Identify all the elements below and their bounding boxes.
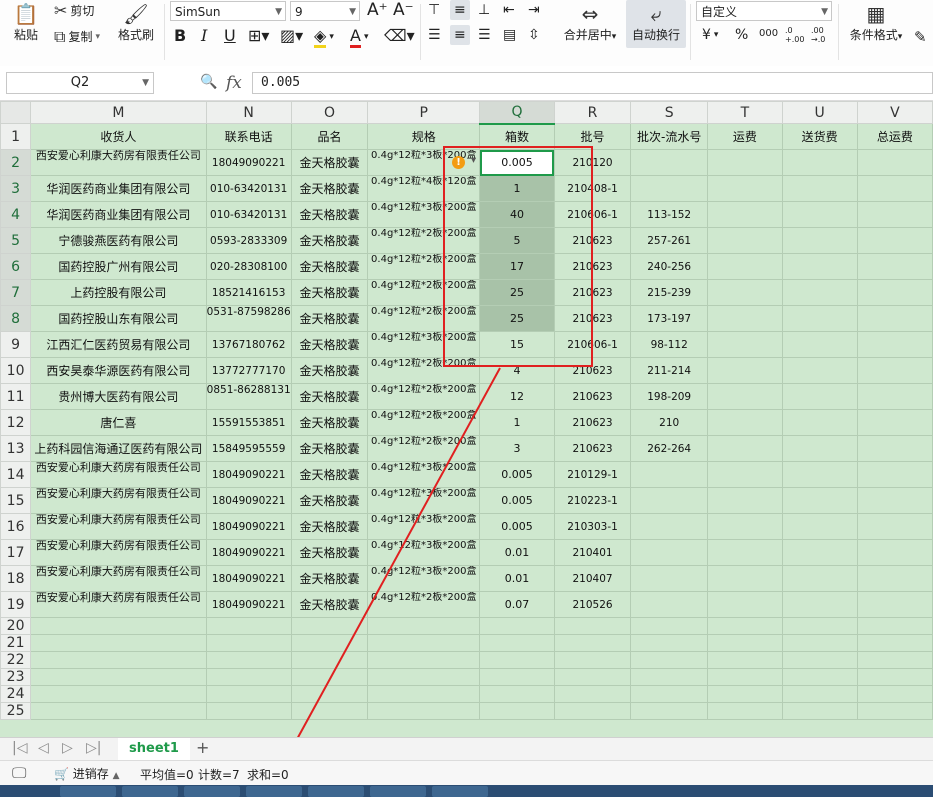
taskbar-app-button[interactable] <box>184 786 240 797</box>
chevron-up-icon: ▲ <box>112 771 120 781</box>
status-average: 平均值=0 <box>140 768 194 782</box>
workbook-switch[interactable]: 🛒 进销存 ▲ <box>54 765 120 782</box>
add-sheet-icon[interactable]: + <box>196 738 209 757</box>
os-taskbar <box>0 785 933 797</box>
first-sheet-icon[interactable]: |◁ <box>12 740 27 756</box>
taskbar-app-button[interactable] <box>60 786 116 797</box>
taskbar-app-button[interactable] <box>432 786 488 797</box>
prev-sheet-icon[interactable]: ◁ <box>38 740 49 756</box>
status-sum: 求和=0 <box>247 768 289 782</box>
last-sheet-icon[interactable]: ▷| <box>86 740 101 756</box>
status-bar: 🖵 🛒 进销存 ▲ 平均值=0 计数=7 求和=0 <box>0 760 933 786</box>
screen-icon[interactable]: 🖵 <box>12 764 26 782</box>
taskbar-app-button[interactable] <box>246 786 302 797</box>
taskbar-app-button[interactable] <box>308 786 364 797</box>
sheet-tabs-bar: |◁ ◁ ▷ ▷| sheet1 + <box>0 737 933 762</box>
taskbar-app-button[interactable] <box>370 786 426 797</box>
cart-icon: 🛒 <box>54 767 69 781</box>
next-sheet-icon[interactable]: ▷ <box>62 740 73 756</box>
taskbar-app-button[interactable] <box>122 786 178 797</box>
tab-sheet1[interactable]: sheet1 <box>118 738 190 762</box>
annotation-arrow <box>284 367 501 757</box>
status-count: 计数=7 <box>198 768 240 782</box>
